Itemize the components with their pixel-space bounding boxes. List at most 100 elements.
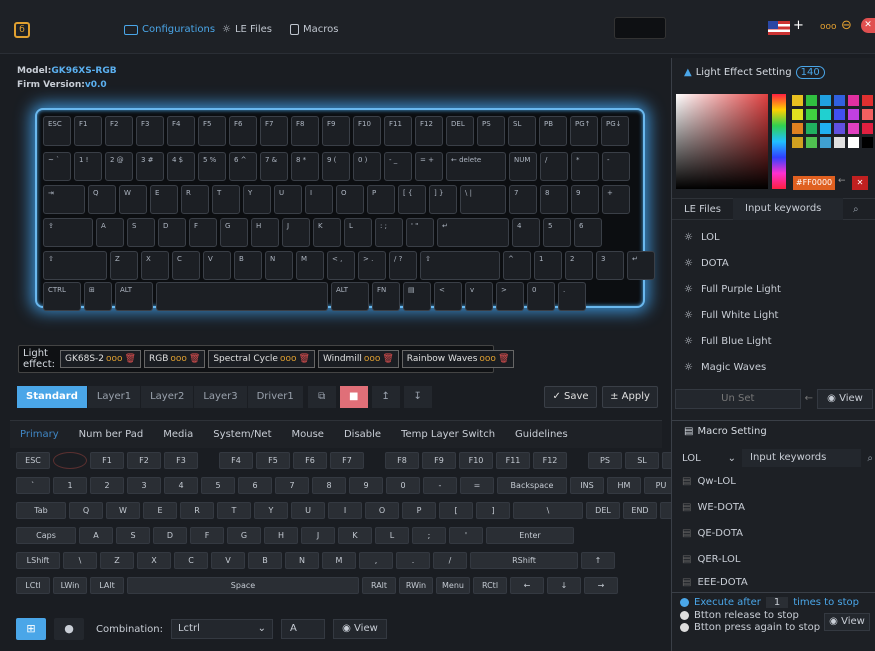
option-press-again-stop[interactable]: Btton press again to stop bbox=[680, 622, 820, 633]
virtual-key[interactable]: Q bbox=[69, 502, 103, 519]
virtual-key[interactable]: F6 bbox=[293, 452, 327, 469]
virtual-key[interactable]: LShift bbox=[16, 552, 60, 569]
keyboard-key[interactable]: ← delete bbox=[446, 152, 506, 181]
virtual-key[interactable]: C bbox=[174, 552, 208, 569]
virtual-key[interactable]: I bbox=[328, 502, 362, 519]
tab-primary[interactable]: Primary bbox=[10, 429, 69, 440]
color-swatch[interactable] bbox=[848, 123, 859, 134]
keyboard-key[interactable]: H bbox=[251, 218, 279, 247]
back-arrow-icon[interactable]: ← bbox=[805, 389, 813, 409]
virtual-key[interactable]: LCtl bbox=[16, 577, 50, 594]
combination-select[interactable]: Lctrl ⌄ bbox=[170, 619, 273, 639]
light-effect-chip[interactable]: GK68S-2 ooo 🗑 bbox=[59, 350, 141, 368]
list-item[interactable]: ☼ Full Blue Light bbox=[672, 328, 875, 354]
virtual-key[interactable]: W bbox=[106, 502, 140, 519]
delete-icon[interactable]: 🗑 bbox=[498, 354, 509, 364]
virtual-key[interactable]: L bbox=[375, 527, 409, 544]
list-item[interactable]: ▤ WE-DOTA bbox=[672, 494, 875, 520]
copy-icon[interactable]: ⧉ bbox=[307, 386, 336, 408]
reset-icon[interactable]: ■ bbox=[339, 386, 368, 408]
keyboard-key[interactable]: ~ ` bbox=[43, 152, 71, 181]
virtual-key[interactable]: F3 bbox=[164, 452, 198, 469]
virtual-key[interactable]: F12 bbox=[533, 452, 567, 469]
color-swatch[interactable] bbox=[848, 95, 859, 106]
virtual-key[interactable]: ; bbox=[412, 527, 446, 544]
tab-layer3[interactable]: Layer3 bbox=[194, 386, 248, 408]
tab-temp-layer-switch[interactable]: Temp Layer Switch bbox=[391, 429, 505, 440]
virtual-key[interactable]: F1 bbox=[90, 452, 124, 469]
keyboard-key[interactable]: PB bbox=[539, 116, 567, 146]
color-swatch[interactable] bbox=[862, 109, 873, 120]
virtual-key[interactable]: \ bbox=[63, 552, 97, 569]
keyboard-key[interactable]: ↵ bbox=[627, 251, 655, 280]
keyboard-key[interactable]: R bbox=[181, 185, 209, 214]
virtual-key[interactable]: RCtl bbox=[473, 577, 507, 594]
virtual-key[interactable]: J bbox=[301, 527, 335, 544]
virtual-key[interactable]: [ bbox=[439, 502, 473, 519]
light-effect-chip[interactable]: RGB ooo 🗑 bbox=[143, 350, 206, 368]
tab-layer2[interactable]: Layer2 bbox=[141, 386, 195, 408]
color-swatch[interactable] bbox=[834, 123, 845, 134]
keyboard-key[interactable]: J bbox=[282, 218, 310, 247]
virtual-key[interactable]: F11 bbox=[496, 452, 530, 469]
keyboard-key[interactable]: PS bbox=[477, 116, 505, 146]
more-icon[interactable]: ooo bbox=[106, 354, 123, 364]
keyboard-key[interactable]: K bbox=[313, 218, 341, 247]
menu-dots-icon[interactable]: ooo bbox=[820, 22, 837, 32]
tab-standard[interactable]: Standard bbox=[17, 386, 88, 408]
view-button[interactable]: ◉ View bbox=[332, 619, 387, 639]
tab-driver1[interactable]: Driver1 bbox=[247, 386, 304, 408]
more-icon[interactable]: ooo bbox=[479, 354, 496, 364]
keyboard-key[interactable]: 7 bbox=[509, 185, 537, 214]
color-swatch[interactable] bbox=[792, 137, 803, 148]
virtual-key[interactable]: ESC bbox=[16, 452, 50, 469]
keyboard-key[interactable]: < , bbox=[327, 251, 355, 280]
keyboard-key[interactable]: / ? bbox=[389, 251, 417, 280]
keyboard-key[interactable]: F4 bbox=[167, 116, 195, 146]
virtual-key[interactable]: Tab bbox=[16, 502, 66, 519]
keyboard-key[interactable]: ALT bbox=[331, 282, 369, 311]
virtual-key[interactable]: G bbox=[227, 527, 261, 544]
color-picker[interactable] bbox=[676, 94, 768, 189]
virtual-key[interactable]: RShift bbox=[470, 552, 578, 569]
keyboard-key[interactable]: F bbox=[189, 218, 217, 247]
keyboard-key[interactable]: 5 bbox=[543, 218, 571, 247]
list-item[interactable]: ☼ LOL bbox=[672, 224, 875, 250]
keyboard-key[interactable]: 6 bbox=[574, 218, 602, 247]
keyboard-key[interactable]: U bbox=[274, 185, 302, 214]
virtual-key[interactable]: , bbox=[359, 552, 393, 569]
virtual-key[interactable]: M bbox=[322, 552, 356, 569]
keyboard-key[interactable]: 2 bbox=[565, 251, 593, 280]
keyboard-key[interactable]: N bbox=[265, 251, 293, 280]
keyboard-key[interactable]: F7 bbox=[260, 116, 288, 146]
keyboard-key[interactable]: ] } bbox=[429, 185, 457, 214]
add-language-icon[interactable]: + bbox=[793, 18, 804, 33]
keyboard-key[interactable] bbox=[156, 282, 328, 311]
keyboard-key[interactable]: : ; bbox=[375, 218, 403, 247]
virtual-key[interactable]: X bbox=[137, 552, 171, 569]
virtual-key[interactable]: RWin bbox=[399, 577, 433, 594]
color-swatch[interactable] bbox=[834, 137, 845, 148]
list-item[interactable]: ☼ Full Purple Light bbox=[672, 276, 875, 302]
keyboard-key[interactable]: = + bbox=[415, 152, 443, 181]
delete-icon[interactable]: 🗑 bbox=[299, 354, 310, 364]
virtual-key[interactable]: SL bbox=[625, 452, 659, 469]
virtual-key[interactable]: 9 bbox=[349, 477, 383, 494]
color-swatch[interactable] bbox=[806, 123, 817, 134]
more-icon[interactable]: ooo bbox=[364, 354, 381, 364]
color-swatch[interactable] bbox=[820, 109, 831, 120]
list-item[interactable]: ▤ Qw-LOL bbox=[672, 468, 875, 494]
keyboard-key[interactable]: * bbox=[571, 152, 599, 181]
virtual-key[interactable]: 2 bbox=[90, 477, 124, 494]
keyboard-key[interactable]: > bbox=[496, 282, 524, 311]
le-search-input[interactable]: Input keywords bbox=[733, 198, 844, 220]
keyboard-key[interactable]: [ { bbox=[398, 185, 426, 214]
virtual-key[interactable]: Space bbox=[127, 577, 359, 594]
virtual-key[interactable]: \ bbox=[513, 502, 583, 519]
keyboard-key[interactable]: ▤ bbox=[403, 282, 431, 311]
close-icon[interactable]: ✕ bbox=[861, 18, 875, 33]
search-icon[interactable]: ⌕ bbox=[867, 453, 873, 464]
virtual-key[interactable]: END bbox=[623, 502, 657, 519]
keyboard-key[interactable]: ↵ bbox=[437, 218, 509, 247]
import-icon[interactable]: ↥ bbox=[371, 386, 400, 408]
